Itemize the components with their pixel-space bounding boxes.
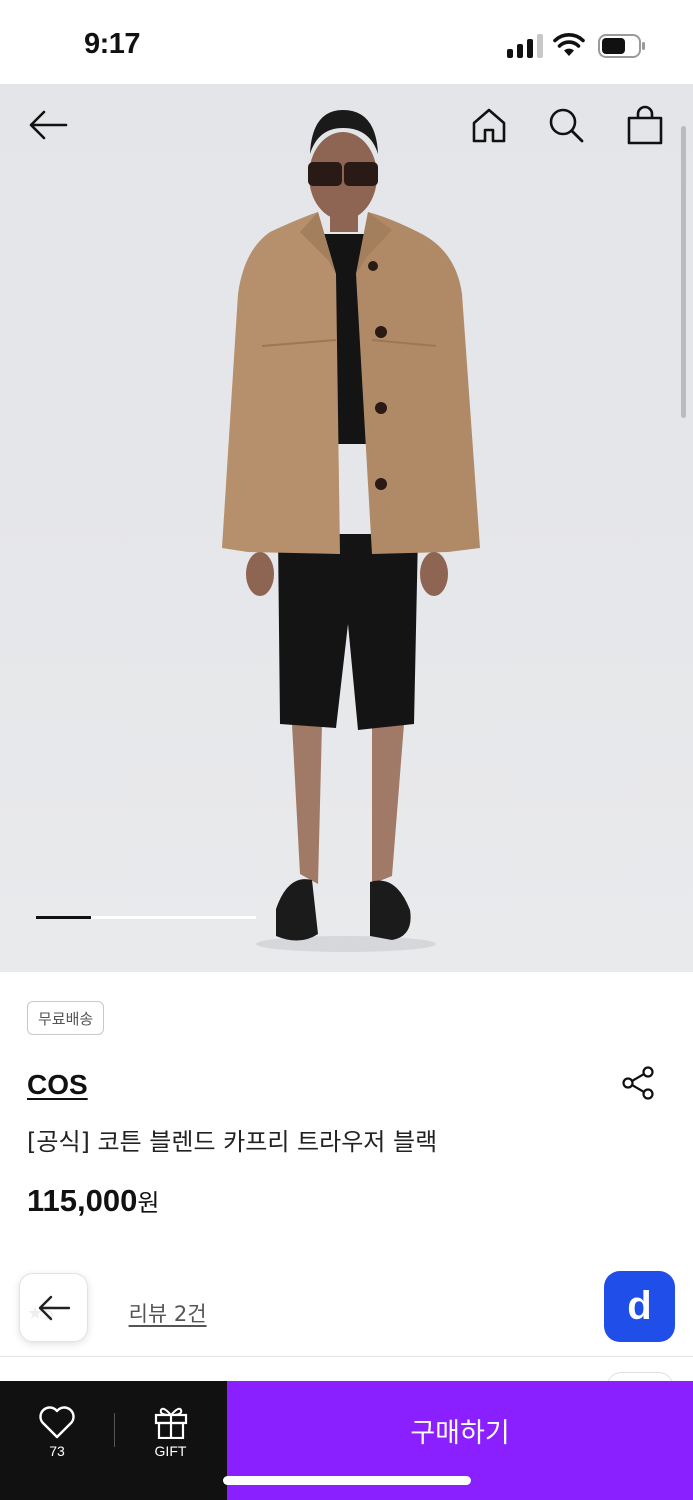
search-button[interactable]	[540, 99, 592, 151]
back-button[interactable]	[22, 99, 74, 151]
gift-button[interactable]: GIFT	[114, 1381, 227, 1500]
cart-icon	[627, 105, 663, 145]
floating-back-button[interactable]	[19, 1273, 88, 1342]
battery-icon	[598, 34, 645, 58]
review-link[interactable]: 리뷰 2건	[129, 1298, 207, 1328]
share-icon	[622, 1066, 654, 1100]
product-model-image	[222, 110, 480, 952]
brand-link[interactable]: COS	[27, 1069, 88, 1101]
price-currency: 원	[137, 1190, 160, 1217]
share-button[interactable]	[618, 1063, 658, 1103]
product-name: [공식] 코튼 블렌드 카프리 트라우저 블랙	[27, 1128, 438, 1156]
d-app-button[interactable]: d	[604, 1271, 675, 1342]
status-bar: 9:17	[0, 0, 693, 84]
carousel-progress-fill	[36, 916, 91, 919]
like-count: 73	[49, 1443, 65, 1459]
section-divider	[0, 1356, 693, 1357]
gift-icon	[154, 1407, 187, 1439]
cart-button[interactable]	[619, 99, 671, 151]
product-price: 115,000원	[27, 1183, 159, 1219]
hero-scrollbar[interactable]	[681, 126, 686, 418]
like-button[interactable]: 73	[0, 1381, 114, 1500]
free-shipping-badge: 무료배송	[27, 1001, 105, 1035]
search-icon	[549, 108, 584, 143]
back-arrow-icon	[29, 110, 68, 140]
product-image-carousel[interactable]	[0, 84, 693, 972]
home-button[interactable]	[463, 99, 515, 151]
heart-icon	[39, 1406, 75, 1439]
carousel-progress	[36, 916, 256, 919]
signal-icon	[507, 34, 543, 58]
home-icon	[472, 108, 506, 143]
status-time: 9:17	[84, 28, 141, 60]
home-indicator	[223, 1476, 471, 1485]
price-value: 115,000	[27, 1183, 138, 1218]
gift-label: GIFT	[154, 1443, 187, 1459]
wifi-icon	[553, 33, 585, 56]
back-arrow-icon	[38, 1295, 70, 1320]
